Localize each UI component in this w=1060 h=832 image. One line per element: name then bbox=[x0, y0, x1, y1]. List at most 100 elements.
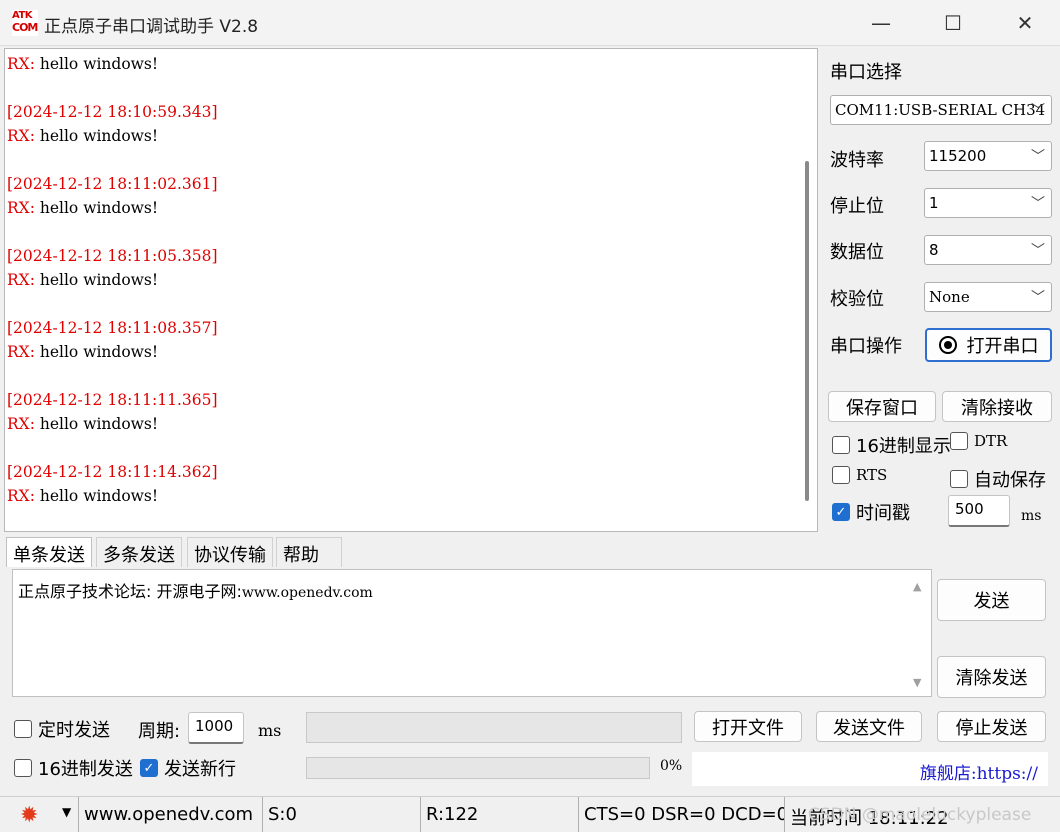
hex-send-checkbox[interactable]: 16进制发送 bbox=[14, 755, 133, 781]
open-port-button[interactable]: 打开串口 bbox=[925, 328, 1052, 362]
hex-send-label: 16进制发送 bbox=[38, 759, 133, 780]
send-newline-label: 发送新行 bbox=[164, 759, 236, 780]
status-signals: CTS=0 DSR=0 DCD=0 bbox=[578, 797, 784, 832]
send-button[interactable]: 发送 bbox=[937, 579, 1046, 621]
receive-scrollbar-thumb[interactable] bbox=[805, 161, 809, 501]
timestamp-unit: ms bbox=[1021, 508, 1042, 524]
data-bits-select[interactable]: 8 ﹀ bbox=[924, 235, 1052, 265]
tab-protocol[interactable]: 协议传输 bbox=[187, 537, 273, 567]
check-icon[interactable]: ✓ bbox=[140, 759, 158, 777]
maximize-button[interactable]: ☐ bbox=[918, 0, 988, 46]
watermark: CSDN @maoleluckyplease bbox=[808, 805, 1032, 825]
scroll-down-icon[interactable]: ▼ bbox=[913, 676, 921, 689]
status-sent-count: S:0 bbox=[262, 797, 420, 832]
rx-tag: RX: bbox=[7, 487, 35, 505]
rx-timestamp: [2024-12-12 18:11:14.362] bbox=[7, 463, 218, 481]
close-button[interactable]: ✕ bbox=[990, 0, 1060, 46]
status-received-count: R:122 bbox=[420, 797, 578, 832]
checkbox-box[interactable] bbox=[950, 470, 968, 488]
save-window-button[interactable]: 保存窗口 bbox=[828, 391, 936, 422]
tab-single-send[interactable]: 单条发送 bbox=[6, 537, 92, 567]
receive-log: RX: hello windows! [2024-12-12 18:10:59.… bbox=[7, 55, 787, 531]
port-select[interactable]: COM11:USB-SERIAL CH34 ﹀ bbox=[830, 95, 1052, 125]
rx-tag: RX: bbox=[7, 343, 35, 361]
stop-bits-value: 1 bbox=[929, 194, 939, 212]
rx-tag: RX: bbox=[7, 55, 35, 73]
checkbox-box[interactable] bbox=[14, 759, 32, 777]
check-icon[interactable]: ✓ bbox=[832, 503, 850, 521]
send-text-prefix: 正点原子技术论坛: 开源电子网: bbox=[18, 582, 242, 601]
minimize-button[interactable]: — bbox=[846, 0, 916, 46]
receive-entry: RX: hello windows! bbox=[7, 55, 787, 103]
send-newline-checkbox[interactable]: ✓ 发送新行 bbox=[140, 755, 236, 781]
receive-scrollbar[interactable] bbox=[799, 49, 817, 531]
send-file-button[interactable]: 发送文件 bbox=[816, 711, 922, 742]
rx-message: hello windows! bbox=[34, 127, 159, 145]
baud-rate-select[interactable]: 115200 ﹀ bbox=[924, 141, 1052, 171]
send-progress-bar bbox=[306, 757, 650, 779]
chevron-down-icon: ﹀ bbox=[1031, 290, 1045, 306]
send-scrollbar[interactable]: ▲ ▼ bbox=[909, 570, 929, 696]
dtr-checkbox[interactable]: DTR bbox=[950, 432, 1007, 450]
stop-send-button[interactable]: 停止发送 bbox=[937, 711, 1046, 742]
rx-tag: RX: bbox=[7, 415, 35, 433]
port-select-value: COM11:USB-SERIAL CH34 bbox=[835, 101, 1046, 119]
receive-entry: [2024-12-12 18:11:02.361] RX: hello wind… bbox=[7, 175, 787, 247]
stop-bits-label: 停止位 bbox=[830, 196, 884, 217]
timestamp-checkbox[interactable]: ✓ 时间戳 bbox=[832, 499, 910, 525]
clear-receive-button[interactable]: 清除接收 bbox=[942, 391, 1052, 422]
send-text-url: www.openedv.com bbox=[241, 585, 373, 601]
status-url[interactable]: www.openedv.com bbox=[78, 797, 262, 832]
port-select-label: 串口选择 bbox=[830, 62, 902, 83]
parity-select[interactable]: None ﹀ bbox=[924, 282, 1052, 312]
period-input[interactable]: 1000 bbox=[188, 712, 244, 744]
auto-save-label: 自动保存 bbox=[974, 470, 1046, 491]
receive-area[interactable]: RX: hello windows! [2024-12-12 18:10:59.… bbox=[4, 48, 818, 532]
data-bits-label: 数据位 bbox=[830, 242, 884, 263]
rx-tag: RX: bbox=[7, 127, 35, 145]
chevron-down-icon[interactable]: ▼ bbox=[62, 805, 71, 819]
hex-display-label: 16进制显示 bbox=[856, 436, 951, 457]
rx-message: hello windows! bbox=[34, 415, 159, 433]
data-bits-value: 8 bbox=[929, 241, 939, 259]
shop-link[interactable]: 旗舰店:https:// bbox=[920, 759, 1038, 784]
send-text: 正点原子技术论坛: 开源电子网:www.openedv.com bbox=[18, 578, 373, 602]
auto-save-checkbox[interactable]: 自动保存 bbox=[950, 466, 1046, 492]
rx-message: hello windows! bbox=[34, 487, 159, 505]
stop-bits-select[interactable]: 1 ﹀ bbox=[924, 188, 1052, 218]
window-title: 正点原子串口调试助手 V2.8 bbox=[44, 17, 259, 37]
logo-text-bottom: COM bbox=[12, 21, 38, 34]
timestamp-label: 时间戳 bbox=[856, 503, 910, 524]
port-operation-label: 串口操作 bbox=[830, 336, 902, 357]
baud-rate-value: 115200 bbox=[929, 147, 987, 165]
app-logo-icon: ATK COM bbox=[12, 10, 38, 36]
checkbox-box[interactable] bbox=[14, 720, 32, 738]
receive-entry: [2024-12-12 18:11:05.358] RX: hello wind… bbox=[7, 247, 787, 319]
timestamp-interval-input[interactable]: 500 bbox=[948, 495, 1010, 527]
timed-send-checkbox[interactable]: 定时发送 bbox=[14, 716, 110, 742]
send-input[interactable]: 正点原子技术论坛: 开源电子网:www.openedv.com ▲ ▼ bbox=[12, 569, 932, 697]
open-file-button[interactable]: 打开文件 bbox=[694, 711, 802, 742]
receive-entry: [2024-12-12 18:10:59.343] RX: hello wind… bbox=[7, 103, 787, 175]
tab-multi-send[interactable]: 多条发送 bbox=[96, 537, 182, 567]
rx-timestamp: [2024-12-12 18:11:08.357] bbox=[7, 319, 218, 337]
rx-message: hello windows! bbox=[34, 343, 159, 361]
receive-entry: [2024-12-12 18:11:11.365] RX: hello wind… bbox=[7, 391, 787, 463]
tab-help[interactable]: 帮助 bbox=[276, 537, 342, 567]
hex-display-checkbox[interactable]: 16进制显示 bbox=[832, 432, 951, 458]
status-bar: ✹ ▼ www.openedv.com S:0 R:122 CTS=0 DSR=… bbox=[0, 796, 1060, 832]
gear-icon[interactable]: ✹ bbox=[20, 803, 38, 828]
checkbox-box[interactable] bbox=[950, 432, 968, 450]
rts-checkbox[interactable]: RTS bbox=[832, 466, 887, 484]
clear-send-button[interactable]: 清除发送 bbox=[937, 656, 1046, 698]
checkbox-box[interactable] bbox=[832, 436, 850, 454]
file-path-bar bbox=[306, 712, 682, 743]
period-unit: ms bbox=[258, 721, 282, 740]
rx-timestamp: [2024-12-12 18:10:59.343] bbox=[7, 103, 218, 121]
rx-message: hello windows! bbox=[34, 271, 159, 289]
checkbox-box[interactable] bbox=[832, 466, 850, 484]
shop-link-box[interactable]: 旗舰店:https:// bbox=[692, 752, 1048, 786]
receive-entry: [2024-12-12 18:11:08.357] RX: hello wind… bbox=[7, 319, 787, 391]
scroll-up-icon[interactable]: ▲ bbox=[913, 580, 921, 593]
send-progress-text: 0% bbox=[660, 758, 683, 774]
